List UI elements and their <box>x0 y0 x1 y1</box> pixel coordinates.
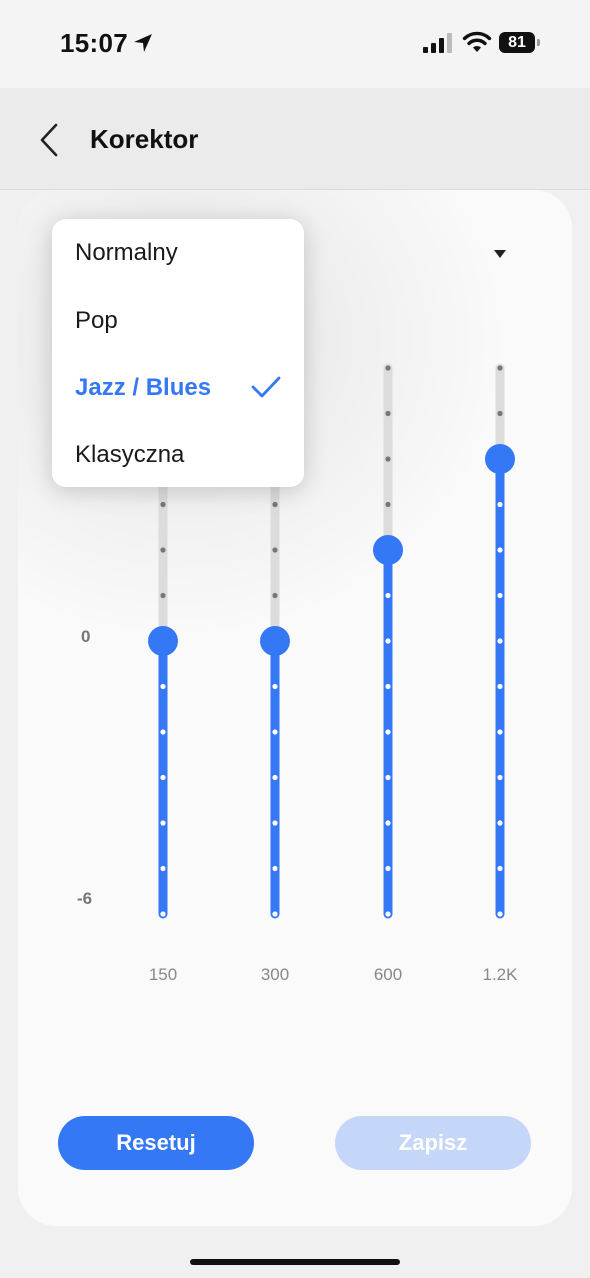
slider-tick-0-5 <box>160 592 166 599</box>
preset-dropdown-menu: Normalny Pop Jazz / Blues Klasyczna <box>52 219 304 487</box>
band-label-1-2k: 1.2K <box>482 965 518 984</box>
slider-tick-3-1 <box>497 410 503 417</box>
slider-tick-1-12 <box>272 911 278 917</box>
slider-tick-2-6 <box>385 638 391 644</box>
slider-tick-3-10 <box>497 820 503 826</box>
slider-tick-0-9 <box>160 774 166 781</box>
slider-tick-3-4 <box>497 547 503 553</box>
slider-tick-2-11 <box>385 865 391 872</box>
preset-option-pop[interactable]: Pop <box>75 307 118 335</box>
slider-tick-3-9 <box>497 774 503 781</box>
slider-tick-3-0 <box>497 365 503 371</box>
slider-tick-1-5 <box>272 592 278 599</box>
slider-tick-3-11 <box>497 865 503 872</box>
slider-tick-2-5 <box>385 592 391 599</box>
slider-tick-0-12 <box>160 911 166 917</box>
slider-tick-2-10 <box>385 820 391 826</box>
slider-tick-0-11 <box>160 865 166 872</box>
wifi-icon <box>462 31 492 52</box>
back-chevron-icon[interactable] <box>36 122 64 158</box>
slider-thumb-3[interactable] <box>485 444 515 474</box>
save-button[interactable]: Zapisz <box>335 1116 531 1170</box>
slider-tick-2-8 <box>385 729 391 735</box>
preset-option-jazz-blues[interactable]: Jazz / Blues <box>75 374 211 402</box>
preset-option-klasyczna[interactable]: Klasyczna <box>75 441 184 469</box>
slider-tick-1-3 <box>272 501 278 508</box>
slider-tick-2-3 <box>385 501 391 508</box>
slider-tick-1-10 <box>272 820 278 826</box>
slider-thumb-2[interactable] <box>373 535 403 565</box>
slider-thumb-0[interactable] <box>148 626 178 656</box>
slider-tick-2-2 <box>385 456 391 462</box>
slider-tick-0-10 <box>160 820 166 826</box>
slider-tick-1-8 <box>272 729 278 735</box>
band-label-300: 300 <box>260 965 290 984</box>
slider-thumb-1[interactable] <box>260 626 290 656</box>
slider-tick-2-12 <box>385 911 391 917</box>
app-header: Korektor <box>0 88 590 190</box>
status-time: 15:07 <box>60 28 128 58</box>
preset-option-normalny[interactable]: Normalny <box>75 239 178 267</box>
slider-tick-3-5 <box>497 592 503 599</box>
slider-tick-1-7 <box>272 683 278 690</box>
cellular-signal-icon <box>423 33 452 53</box>
slider-tick-0-4 <box>160 547 166 553</box>
slider-tick-2-9 <box>385 774 391 781</box>
checkmark-icon <box>251 376 281 398</box>
home-indicator <box>190 1259 400 1265</box>
slider-tick-0-7 <box>160 683 166 690</box>
slider-tick-3-6 <box>497 638 503 644</box>
y-label-zero: 0 <box>81 627 91 646</box>
status-bar: 15:07 81 <box>0 0 590 88</box>
slider-tick-1-11 <box>272 865 278 872</box>
slider-tick-1-4 <box>272 547 278 553</box>
band-label-150: 150 <box>148 965 178 984</box>
battery-icon: 81 <box>499 32 541 54</box>
slider-tick-2-0 <box>385 365 391 371</box>
slider-tick-0-3 <box>160 501 166 508</box>
slider-tick-3-3 <box>497 501 503 508</box>
slider-tick-0-8 <box>160 729 166 735</box>
location-arrow-icon <box>134 34 152 52</box>
slider-tick-1-9 <box>272 774 278 781</box>
slider-tick-2-7 <box>385 683 391 690</box>
page-title: Korektor <box>90 124 199 154</box>
battery-level: 81 <box>499 32 535 53</box>
slider-tick-2-1 <box>385 410 391 417</box>
slider-tick-3-7 <box>497 683 503 690</box>
y-label-min: -6 <box>77 889 93 908</box>
reset-button[interactable]: Resetuj <box>58 1116 254 1170</box>
slider-tick-3-8 <box>497 729 503 735</box>
band-label-600: 600 <box>373 965 403 984</box>
slider-tick-3-12 <box>497 911 503 917</box>
